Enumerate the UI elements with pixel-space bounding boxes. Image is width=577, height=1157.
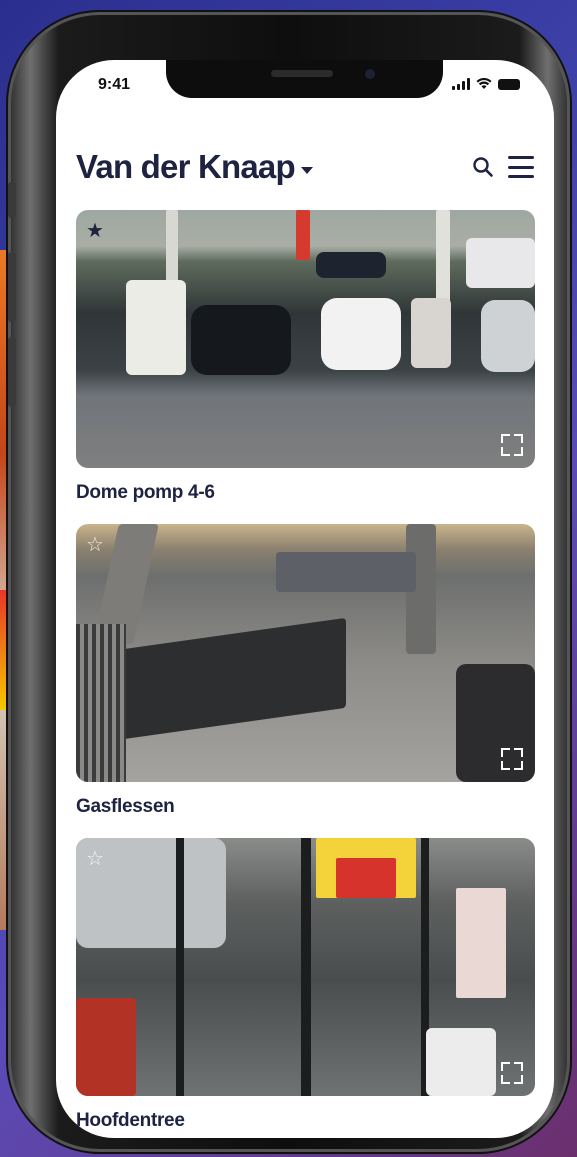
jerrycan [426,1028,496,1096]
camera-preview[interactable]: ☆ [76,524,535,782]
wifi-icon [476,78,492,90]
volume-up-button [8,252,16,322]
camera-feed-list: ★ Dome pomp 4-6 ☆ Gasflessen ☆ Hoofdentr… [76,210,535,1138]
star-outline-icon[interactable]: ☆ [86,846,104,871]
header-actions [472,156,534,178]
camera-card[interactable]: ☆ Gasflessen [76,524,535,818]
car-background [316,252,386,278]
app-header: Van der Knaap [76,148,534,192]
camera-card[interactable]: ☆ Hoofdentree [76,838,535,1132]
turnstile-area [276,552,416,592]
car-silver [481,300,535,372]
status-icons [452,78,520,90]
page-title: Van der Knaap [76,148,296,185]
fullscreen-icon[interactable] [501,434,523,456]
notch [166,60,443,98]
volume-down-button [8,337,16,407]
fullscreen-icon[interactable] [501,1062,523,1084]
camera-card[interactable]: ★ Dome pomp 4-6 [76,210,535,504]
shelf-items [76,998,136,1096]
phone-frame: 9:41 Van der Knaap ★ Dome pomp 4-6 ☆ Gas… [8,12,570,1152]
shell-pump-panel [336,858,396,898]
car-dark [191,305,291,375]
camera-label: Hoofdentree [76,1110,185,1131]
fuel-pump [126,280,186,375]
status-time: 9:41 [98,76,131,93]
camera-preview[interactable]: ☆ [76,838,535,1096]
speaker [271,70,333,77]
star-filled-icon[interactable]: ★ [86,218,104,243]
camera-preview[interactable]: ★ [76,210,535,468]
chevron-down-icon [300,166,313,174]
app-screen: 9:41 Van der Knaap ★ Dome pomp 4-6 ☆ Gas… [56,60,554,1138]
search-icon[interactable] [472,156,494,178]
signal-icon [452,78,470,90]
camera-label: Dome pomp 4-6 [76,482,215,503]
door-frame [176,838,184,1096]
railing [76,624,126,782]
front-camera [362,66,378,82]
fullscreen-icon[interactable] [501,748,523,770]
camera-label: Gasflessen [76,796,175,817]
bench [116,617,346,741]
door-frame [301,838,311,1096]
poster [456,888,506,998]
van-background [466,238,535,288]
car-white [321,298,401,370]
menu-icon[interactable] [508,156,534,178]
door-panel [456,664,535,782]
sign-post [296,210,310,260]
mute-switch [8,182,16,218]
battery-icon [498,79,520,90]
fuel-pump [411,298,451,368]
star-outline-icon[interactable]: ☆ [86,532,104,557]
location-selector[interactable]: Van der Knaap [76,148,534,186]
